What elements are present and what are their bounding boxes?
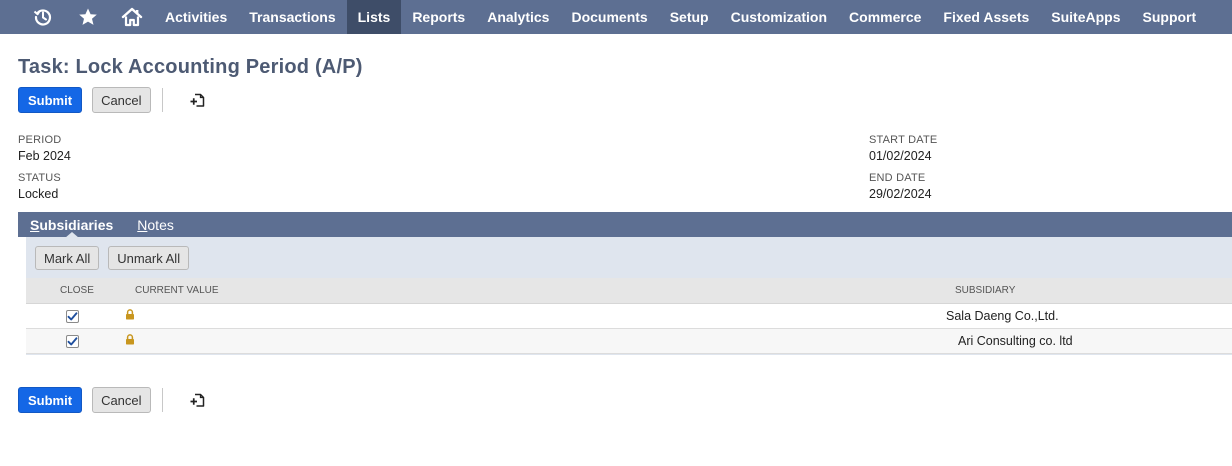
bottom-action-bar: Submit Cancel [18,387,207,413]
tab-subsidiaries[interactable]: Subsidiaries [18,212,125,238]
lock-icon [125,309,135,323]
current-value-cell [125,329,135,353]
subsidiaries-panel: Mark All Unmark All CLOSE CURRENT VALUE … [26,237,1232,355]
tab-subsidiaries-accesskey: S [30,216,40,233]
table-row: Sala Daeng Co.,Ltd. [26,304,1232,329]
home-icon[interactable] [110,0,154,34]
top-action-bar: Submit Cancel [18,87,207,113]
nav-item-fixed-assets[interactable]: Fixed Assets [932,0,1040,34]
nav-item-activities[interactable]: Activities [154,0,238,34]
tab-notes-accesskey: N [137,216,148,233]
nav-item-reports[interactable]: Reports [401,0,476,34]
top-navigation-bar: Activities Transactions Lists Reports An… [0,0,1232,34]
subsidiaries-table: CLOSE CURRENT VALUE SUBSIDIARY Sala Daen… [26,278,1232,354]
period-value: Feb 2024 [18,149,71,163]
tab-subsidiaries-label: ubsidiaries [39,216,114,233]
add-to-shortcuts-icon[interactable] [187,90,207,110]
current-value-cell [125,304,135,328]
subsidiary-cell: Sala Daeng Co.,Ltd. [946,309,1059,323]
nav-item-documents[interactable]: Documents [560,0,658,34]
panel-action-bar: Mark All Unmark All [35,246,198,270]
column-header-close[interactable]: CLOSE [60,285,94,296]
nav-item-analytics[interactable]: Analytics [476,0,560,34]
end-date-value: 29/02/2024 [869,187,932,201]
end-date-label: END DATE [869,172,926,184]
recent-records-icon[interactable] [20,0,66,34]
table-row: Ari Consulting co. ltd [26,329,1232,354]
page-title: Task: Lock Accounting Period (A/P) [18,56,363,78]
cancel-button[interactable]: Cancel [92,87,151,113]
column-header-subsidiary[interactable]: SUBSIDIARY [955,285,1015,296]
close-checkbox[interactable] [66,334,79,348]
close-cell [66,304,79,328]
subtab-bar: Subsidiaries Notes [18,212,1232,238]
mark-all-button[interactable]: Mark All [35,246,100,270]
close-checkbox[interactable] [66,309,79,323]
nav-item-support[interactable]: Support [1132,0,1208,34]
lock-icon [125,334,135,348]
favorites-star-icon[interactable] [66,0,110,34]
add-to-shortcuts-icon[interactable] [187,390,207,410]
toolbar-divider [161,388,163,412]
start-date-value: 01/02/2024 [869,149,932,163]
nav-item-suiteapps[interactable]: SuiteApps [1040,0,1131,34]
nav-item-setup[interactable]: Setup [659,0,720,34]
period-label: PERIOD [18,134,62,146]
tab-notes-label: otes [147,216,174,233]
table-header: CLOSE CURRENT VALUE SUBSIDIARY [26,278,1232,304]
column-header-current-value[interactable]: CURRENT VALUE [135,285,219,296]
subsidiary-cell: Ari Consulting co. ltd [958,334,1073,348]
nav-item-commerce[interactable]: Commerce [838,0,932,34]
tab-notes[interactable]: Notes [125,212,186,237]
status-label: STATUS [18,172,61,184]
unmark-all-button[interactable]: Unmark All [108,246,190,270]
submit-button[interactable]: Submit [18,87,83,113]
nav-item-lists[interactable]: Lists [346,0,402,34]
submit-button[interactable]: Submit [18,387,83,413]
nav-item-customization[interactable]: Customization [720,0,838,34]
nav-item-transactions[interactable]: Transactions [238,0,346,34]
close-cell [66,329,79,353]
status-value: Locked [18,187,59,201]
cancel-button[interactable]: Cancel [92,387,151,413]
toolbar-divider [161,88,163,112]
start-date-label: START DATE [869,134,938,146]
